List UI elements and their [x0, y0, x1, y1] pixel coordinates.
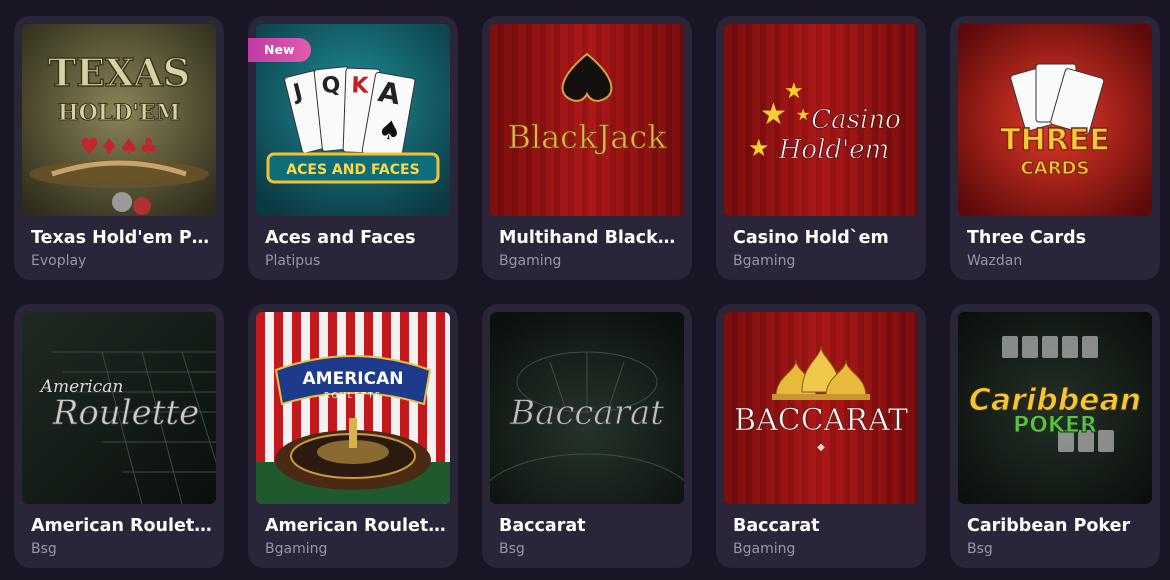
game-provider: Evoplay	[31, 253, 87, 269]
american-roulette-wheel-art: AMERICAN ROULETTE	[256, 312, 450, 504]
game-provider: Bgaming	[265, 541, 328, 557]
new-badge: New	[248, 38, 311, 62]
art-text-line-2: Hold'em	[778, 135, 889, 165]
texas-holdem-art: TEXAS HOLD'EM ♥♦♠♣	[22, 24, 216, 216]
art-text: BACCARAT	[734, 403, 908, 438]
games-grid: TEXAS HOLD'EM ♥♦♠♣ Texas Hold'em Po... E…	[14, 16, 1160, 568]
game-title: Multihand Blackj...	[499, 228, 681, 248]
game-card-american-roulette-bgaming[interactable]: AMERICAN ROULETTE American Roulette Bgam…	[248, 304, 458, 568]
game-card-three-cards[interactable]: THREE CARDS Three Cards Wazdan	[950, 16, 1160, 280]
art-text-line-2: CARDS	[1021, 158, 1090, 179]
art-text: BlackJack	[507, 118, 667, 156]
game-thumbnail[interactable]: THREE CARDS	[958, 24, 1152, 216]
blackjack-art: BlackJack	[490, 24, 684, 216]
game-title: American Roulette	[31, 516, 213, 536]
casino-holdem-art: ★ ★ ★ ★ Casino Hold'em	[724, 24, 918, 216]
art-text-line-2: ROULETTE	[324, 391, 382, 400]
game-provider: Platipus	[265, 253, 321, 269]
game-card-aces-and-faces[interactable]: New J Q K A ♠ ACES AND FACES Aces and Fac…	[248, 16, 458, 280]
game-provider: Bgaming	[499, 253, 562, 269]
game-thumbnail[interactable]: AMERICAN ROULETTE	[256, 312, 450, 504]
game-thumbnail[interactable]: ★ ★ ★ ★ Casino Hold'em	[724, 24, 918, 216]
game-title: Casino Hold`em	[733, 228, 889, 248]
game-card-baccarat-bsg[interactable]: Baccarat Baccarat Bsg	[482, 304, 692, 568]
baccarat-table-art: Baccarat	[490, 312, 684, 504]
game-thumbnail[interactable]: American Roulette	[22, 312, 216, 504]
game-provider: Bgaming	[733, 253, 796, 269]
game-provider: Bsg	[967, 541, 993, 557]
three-cards-art: THREE CARDS	[958, 24, 1152, 216]
game-title: Caribbean Poker	[967, 516, 1131, 536]
game-thumbnail[interactable]: BlackJack	[490, 24, 684, 216]
game-card-caribbean-poker[interactable]: Caribbean POKER Caribbean Poker Bsg	[950, 304, 1160, 568]
game-card-american-roulette-bsg[interactable]: American Roulette American Roulette Bsg	[14, 304, 224, 568]
game-card-texas-holdem[interactable]: TEXAS HOLD'EM ♥♦♠♣ Texas Hold'em Po... E…	[14, 16, 224, 280]
game-title: Baccarat	[499, 516, 586, 536]
game-thumbnail[interactable]: TEXAS HOLD'EM ♥♦♠♣	[22, 24, 216, 216]
art-text-line-1: TEXAS	[48, 50, 190, 95]
game-thumbnail[interactable]: Caribbean POKER	[958, 312, 1152, 504]
american-roulette-table-art: American Roulette	[22, 312, 216, 504]
game-card-multihand-blackjack[interactable]: BlackJack Multihand Blackj... Bgaming	[482, 16, 692, 280]
game-thumbnail[interactable]: BACCARAT ◆	[724, 312, 918, 504]
art-text-line-1: THREE	[1000, 123, 1110, 158]
star-icon: ★	[748, 134, 770, 162]
game-provider: Bsg	[31, 541, 57, 557]
art-text-line-2: HOLD'EM	[58, 100, 180, 126]
game-title: Baccarat	[733, 516, 820, 536]
art-text-line-2: POKER	[1013, 413, 1097, 438]
game-card-baccarat-bgaming[interactable]: BACCARAT ◆ Baccarat Bgaming	[716, 304, 926, 568]
caribbean-poker-art: Caribbean POKER	[958, 312, 1152, 504]
diamond-icon: ◆	[817, 442, 825, 453]
art-text-line-1: AMERICAN	[303, 369, 404, 389]
game-provider: Wazdan	[967, 253, 1023, 269]
game-thumbnail[interactable]: Baccarat	[490, 312, 684, 504]
game-provider: Bsg	[499, 541, 525, 557]
suits-icon: ♥♦♠♣	[80, 135, 159, 160]
svg-text:K: K	[351, 73, 370, 99]
game-title: Texas Hold'em Po...	[31, 228, 213, 248]
svg-text:Q: Q	[320, 72, 341, 99]
game-card-casino-holdem[interactable]: ★ ★ ★ ★ Casino Hold'em Casino Hold`em Bg…	[716, 16, 926, 280]
game-provider: Bgaming	[733, 541, 796, 557]
art-text-title: ACES AND FACES	[286, 162, 419, 178]
art-text: Baccarat	[509, 393, 664, 433]
star-icon: ★	[760, 97, 787, 132]
art-text-line-1: Casino	[811, 105, 900, 135]
game-title: Three Cards	[967, 228, 1087, 248]
game-title: American Roulette	[265, 516, 447, 536]
star-icon: ★	[784, 79, 804, 104]
art-text-line-2: Roulette	[52, 393, 199, 433]
star-icon: ★	[796, 105, 810, 124]
game-title: Aces and Faces	[265, 228, 416, 248]
baccarat-domes-art: BACCARAT ◆	[724, 312, 918, 504]
